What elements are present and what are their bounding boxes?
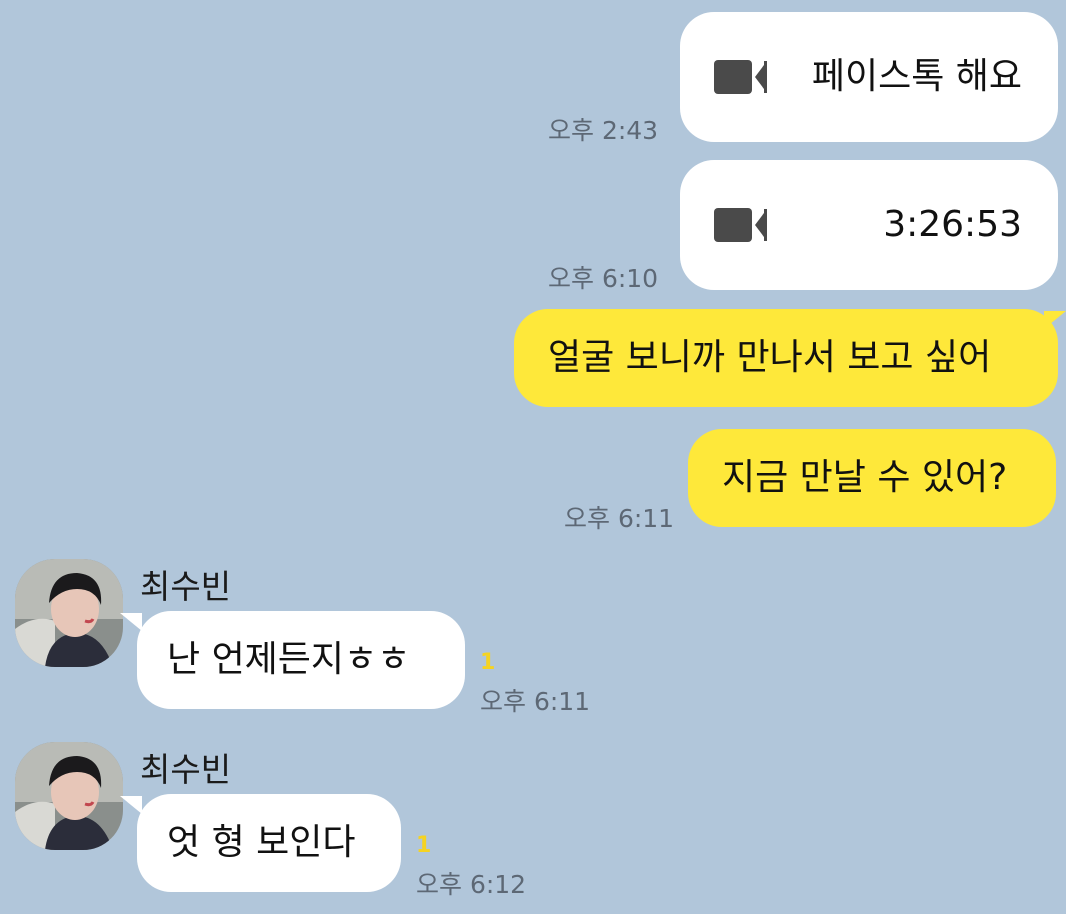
- avatar[interactable]: [15, 742, 123, 850]
- profile-photo: [15, 742, 123, 850]
- bubble-tail: [120, 613, 142, 631]
- sender-name: 최수빈: [140, 750, 232, 789]
- message-text: 엇 형 보인다: [167, 822, 356, 863]
- video-camera-icon: [714, 208, 767, 242]
- incoming-message-bubble[interactable]: 난 언제든지ㅎㅎ: [137, 611, 465, 709]
- message-text: 난 언제든지ㅎㅎ: [167, 639, 411, 680]
- bubble-tail: [1044, 311, 1066, 329]
- message-timestamp: 오후 6:12: [416, 870, 527, 899]
- incoming-message-bubble[interactable]: 엇 형 보인다: [137, 794, 401, 892]
- message-text: 지금 만날 수 있어?: [722, 457, 1008, 498]
- video-call-bubble[interactable]: 3:26:53: [680, 160, 1058, 290]
- sender-name: 최수빈: [140, 567, 232, 606]
- message-timestamp: 오후 2:43: [548, 116, 659, 145]
- call-duration: 3:26:53: [883, 204, 1022, 245]
- unread-count: 1: [416, 833, 432, 858]
- outgoing-message-bubble[interactable]: 지금 만날 수 있어?: [688, 429, 1056, 527]
- call-label: 페이스톡 해요: [811, 56, 1022, 97]
- outgoing-message-bubble[interactable]: 얼굴 보니까 만나서 보고 싶어: [514, 309, 1058, 407]
- message-timestamp: 오후 6:10: [548, 264, 659, 293]
- video-camera-icon: [714, 60, 767, 94]
- message-text: 얼굴 보니까 만나서 보고 싶어: [548, 337, 992, 378]
- message-timestamp: 오후 6:11: [564, 504, 675, 533]
- avatar[interactable]: [15, 559, 123, 667]
- video-call-bubble[interactable]: 페이스톡 해요: [680, 12, 1058, 142]
- unread-count: 1: [480, 650, 496, 675]
- profile-photo: [15, 559, 123, 667]
- bubble-tail: [120, 796, 142, 814]
- message-timestamp: 오후 6:11: [480, 687, 591, 716]
